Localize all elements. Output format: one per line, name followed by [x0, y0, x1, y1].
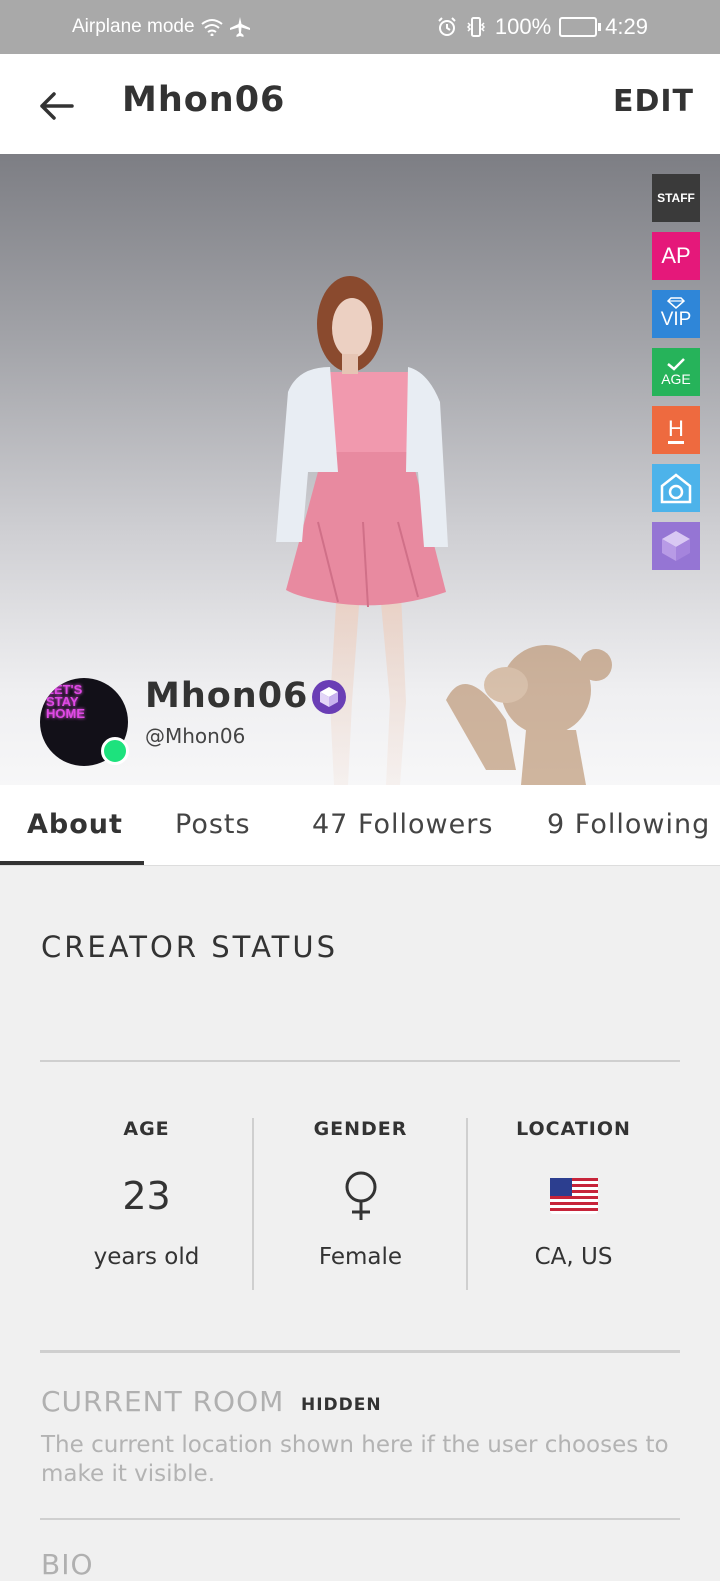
ap-badge-label: AP	[661, 243, 691, 268]
clock: 4:29	[605, 14, 648, 39]
home-badge[interactable]	[652, 464, 700, 512]
age-unit: years old	[93, 1244, 200, 1270]
badge-list: STAFF AP VIP AGE H	[652, 174, 700, 580]
cube-icon	[662, 531, 690, 561]
age-verified-badge[interactable]: AGE	[652, 348, 700, 396]
edit-button[interactable]: EDIT	[613, 84, 694, 119]
page-title: Mhon06	[122, 80, 286, 120]
current-room-title: CURRENT ROOM	[41, 1385, 285, 1418]
tab-followers[interactable]: 47 Followers	[312, 809, 493, 840]
current-room-description: The current location shown here if the u…	[41, 1432, 669, 1487]
app-header: Mhon06 EDIT	[0, 54, 720, 154]
vip-badge-label: VIP	[660, 309, 692, 330]
cube-icon	[320, 687, 338, 707]
profile-name: Mhon06	[145, 676, 309, 716]
profile-tabs: About Posts 47 Followers 9 Following	[0, 785, 720, 866]
host-badge[interactable]: H	[652, 406, 700, 454]
divider	[40, 1518, 680, 1520]
location-label: LOCATION	[516, 1118, 631, 1140]
status-right: 100% 4:29	[437, 14, 648, 40]
divider	[40, 1350, 680, 1353]
gender-stat: GENDER Female	[254, 1118, 467, 1270]
ap-badge[interactable]: AP	[652, 232, 700, 280]
creator-cube-badge[interactable]	[652, 522, 700, 570]
female-symbol-icon	[254, 1170, 467, 1222]
host-badge-label: H	[668, 416, 684, 444]
location-stat: LOCATION CA, US	[467, 1118, 680, 1270]
gender-value: Female	[318, 1244, 403, 1270]
tab-about[interactable]: About	[27, 809, 123, 840]
age-stat: AGE 23 years old	[40, 1118, 253, 1270]
divider	[40, 1060, 680, 1062]
staff-badge-label: STAFF	[657, 191, 695, 205]
tab-posts[interactable]: Posts	[175, 809, 251, 840]
alarm-icon	[438, 17, 456, 36]
arrow-left-icon	[40, 92, 74, 120]
location-value: CA, US	[534, 1244, 613, 1270]
home-icon	[660, 473, 692, 504]
battery-percent: 100%	[494, 14, 552, 39]
tab-following[interactable]: 9 Following	[547, 809, 710, 840]
battery-icon	[559, 17, 602, 37]
vip-badge[interactable]: VIP	[652, 290, 700, 338]
teddy-bear-decoration	[446, 645, 612, 785]
us-flag-icon	[467, 1170, 680, 1222]
age-label: AGE	[123, 1118, 170, 1140]
room-hidden-tag: HIDDEN	[301, 1395, 382, 1415]
gender-label: GENDER	[313, 1118, 408, 1140]
online-status-indicator	[101, 737, 129, 765]
creator-status-title: CREATOR STATUS	[41, 930, 339, 964]
airplane-icon	[229, 17, 250, 37]
airplane-mode-text: Airplane mode	[72, 16, 195, 37]
creator-badge[interactable]	[312, 680, 346, 714]
age-value: 23	[122, 1174, 171, 1218]
staff-badge[interactable]: STAFF	[652, 174, 700, 222]
wifi-icon	[200, 19, 223, 36]
status-left: Airplane mode	[72, 16, 251, 38]
bio-title: BIO	[41, 1548, 94, 1581]
vibrate-icon	[466, 17, 485, 37]
status-bar: Airplane mode 100% 4:29	[0, 0, 720, 54]
active-tab-indicator	[0, 861, 144, 865]
back-button[interactable]	[34, 84, 78, 128]
age-badge-label: AGE	[661, 371, 691, 387]
checkmark-icon	[667, 358, 685, 371]
avatar-neon-text: LET'S STAY HOME	[46, 682, 85, 721]
profile-handle: @Mhon06	[145, 724, 246, 748]
profile-hero: STAFF AP VIP AGE H LET'S STAY HOME Mhon0…	[0, 154, 720, 785]
diamond-icon	[667, 297, 685, 309]
